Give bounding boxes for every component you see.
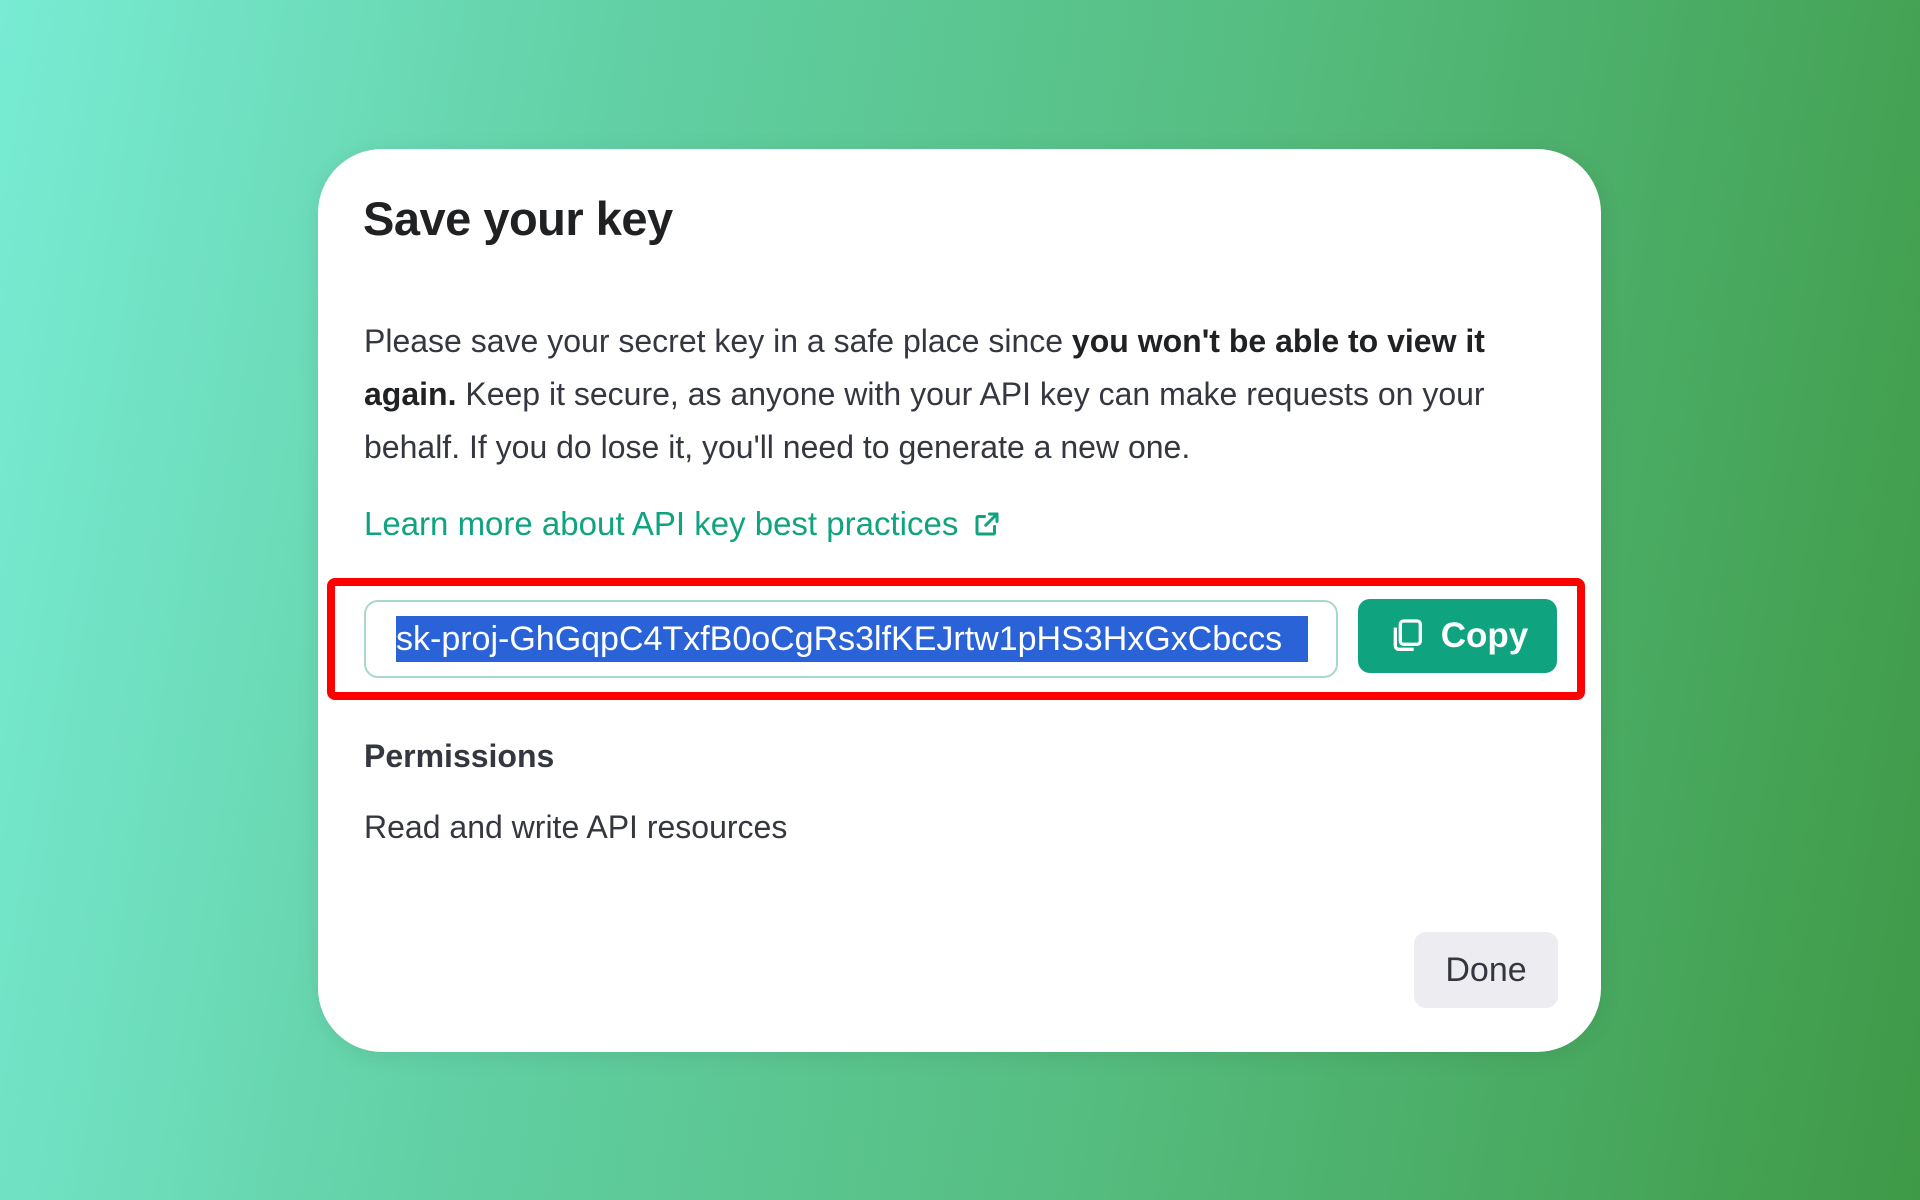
- learn-more-label: Learn more about API key best practices: [364, 505, 959, 542]
- external-link-icon: [975, 512, 999, 536]
- dialog-title: Save your key: [363, 192, 673, 245]
- description-text-2: Keep it secure, as anyone with your API …: [364, 376, 1485, 465]
- learn-more-link[interactable]: Learn more about API key best practices: [364, 505, 1002, 543]
- copy-button-label: Copy: [1440, 616, 1529, 655]
- api-key-field[interactable]: sk-proj-GhGqpC4TxfB0oCgRs3lfKEJrtw1pHS3H…: [364, 600, 1338, 678]
- permissions-heading: Permissions: [364, 738, 555, 774]
- dialog-description: Please save your secret key in a safe pl…: [364, 315, 1564, 474]
- done-button[interactable]: Done: [1414, 932, 1558, 1008]
- save-key-dialog: Save your key Please save your secret ke…: [318, 149, 1601, 1052]
- permissions-value: Read and write API resources: [364, 809, 788, 845]
- description-text-1: Please save your secret key in a safe pl…: [364, 323, 1072, 359]
- copy-button[interactable]: Copy: [1358, 599, 1557, 673]
- copy-icon: [1393, 619, 1422, 651]
- api-key-value[interactable]: sk-proj-GhGqpC4TxfB0oCgRs3lfKEJrtw1pHS3H…: [396, 616, 1308, 662]
